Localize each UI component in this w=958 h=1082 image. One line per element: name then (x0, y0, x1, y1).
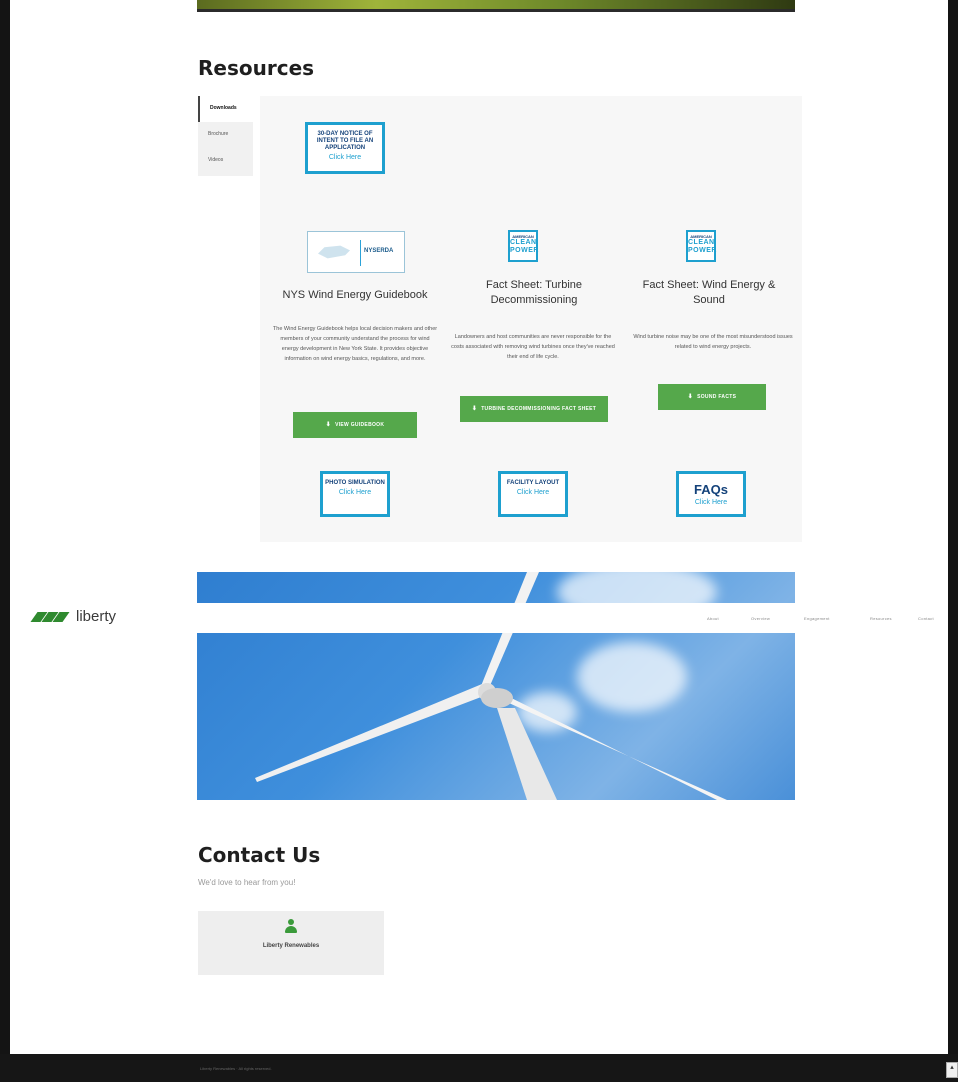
card-title-decommissioning: Fact Sheet: Turbine Decommissioning (486, 279, 582, 306)
faqs-badge[interactable]: FAQs Click Here (676, 471, 746, 517)
contact-card-name: Liberty Renewables (262, 943, 320, 949)
acp-logo-line-2: CLEAN (688, 239, 715, 246)
download-icon: ⬇ (471, 406, 478, 412)
decommissioning-fact-sheet-button[interactable]: ⬇ TURBINE DECOMMISSIONING FACT SHEET (460, 396, 608, 422)
faqs-text: FAQs (694, 482, 728, 497)
resources-panel: 30-DAY NOTICE OF INTENT TO FILE AN APPLI… (260, 96, 802, 542)
contact-card[interactable]: Liberty Renewables (198, 911, 384, 975)
american-clean-power-logo: AMERICAN CLEAN POWER (508, 230, 538, 262)
tab-brochure[interactable]: Brochure (198, 122, 253, 148)
tab-videos[interactable]: Videos (198, 148, 253, 174)
photo-simulation-badge[interactable]: PHOTO SIMULATION Click Here (320, 471, 390, 517)
card-title-guidebook: NYS Wind Energy Guidebook (282, 289, 428, 301)
decommissioning-button-label: TURBINE DECOMMISSIONING FACT SHEET (481, 406, 597, 412)
acp-logo-line-2: CLEAN (510, 239, 537, 246)
resources-tabs: Downloads Brochure Videos (198, 96, 253, 176)
sound-facts-button[interactable]: ⬇ SOUND FACTS (658, 384, 766, 410)
acp-logo-line-3: POWER (510, 247, 539, 254)
photo-simulation-cta: Click Here (338, 489, 372, 496)
card-desc-guidebook: The Wind Energy Guidebook helps local de… (272, 326, 438, 362)
view-guidebook-button[interactable]: ⬇ VIEW GUIDEBOOK (293, 412, 417, 438)
nav-overview[interactable]: Overview (751, 616, 770, 621)
contact-title: Contact Us (198, 843, 321, 867)
facility-layout-cta: Click Here (516, 489, 550, 496)
view-guidebook-label: VIEW GUIDEBOOK (335, 422, 385, 428)
top-banner-image (197, 0, 795, 12)
facility-layout-text: FACILITY LAYOUT (506, 480, 560, 486)
card-desc-decommissioning: Landowners and host communities are neve… (451, 334, 615, 360)
notice-badge-text: 30-DAY NOTICE OF INTENT TO FILE AN APPLI… (316, 131, 374, 151)
acp-logo-line-3: POWER (688, 247, 717, 254)
card-desc-sound: Wind turbine noise may be one of the mos… (633, 334, 793, 350)
sound-facts-button-label: SOUND FACTS (697, 394, 737, 400)
nyserda-logo-text: NYSERDA (364, 248, 394, 254)
page: Resources Downloads Brochure Videos 30-D… (10, 0, 948, 1054)
nav-about[interactable]: About (707, 616, 719, 621)
footer-copyright: Liberty Renewables · All rights reserved… (200, 1066, 272, 1071)
contact-subtitle: We'd love to hear from you! (198, 878, 296, 887)
card-title-sound: Fact Sheet: Wind Energy & Sound (642, 279, 776, 306)
notice-of-intent-badge[interactable]: 30-DAY NOTICE OF INTENT TO FILE AN APPLI… (305, 122, 385, 174)
american-clean-power-logo: AMERICAN CLEAN POWER (686, 230, 716, 262)
faqs-cta: Click Here (694, 499, 728, 506)
resources-title: Resources (198, 56, 315, 80)
notice-badge-cta: Click Here (328, 154, 362, 161)
liberty-logo[interactable]: liberty (30, 608, 117, 625)
nav-resources[interactable]: Resources (870, 616, 892, 621)
download-icon: ⬇ (325, 422, 332, 428)
facility-layout-badge[interactable]: FACILITY LAYOUT Click Here (498, 471, 568, 517)
scroll-to-top-button[interactable]: ▴ (946, 1062, 958, 1078)
liberty-logo-text: liberty (76, 608, 117, 625)
nav-engagement[interactable]: Engagement (804, 616, 830, 621)
nav-contact[interactable]: Contact (918, 616, 934, 621)
photo-simulation-text: PHOTO SIMULATION (325, 480, 385, 486)
ny-state-map-icon (318, 245, 350, 259)
download-icon: ⬇ (687, 394, 694, 400)
footer: Liberty Renewables · All rights reserved… (0, 1054, 958, 1082)
tab-downloads[interactable]: Downloads (198, 96, 253, 122)
person-icon (285, 919, 297, 933)
nyserda-logo: NYSERDA (307, 231, 405, 273)
liberty-logo-icon (30, 610, 72, 624)
